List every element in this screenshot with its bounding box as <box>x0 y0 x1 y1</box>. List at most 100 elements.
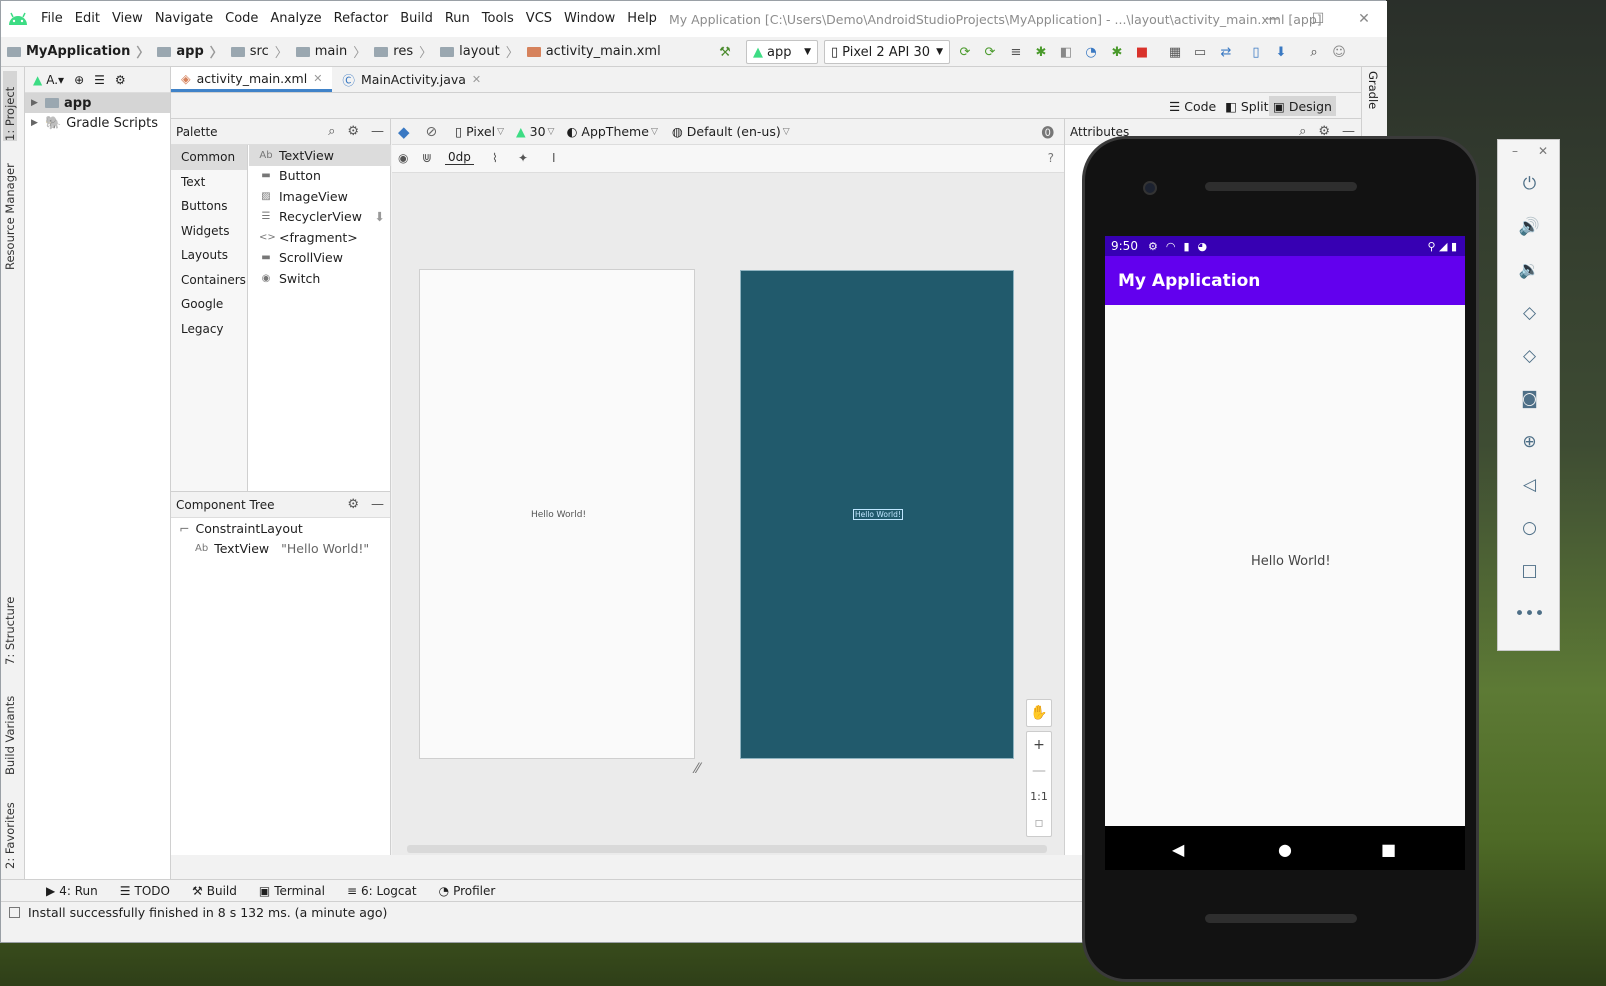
project-view-select[interactable]: A.▾ <box>46 73 64 87</box>
blueprint-hello-text[interactable]: Hello World! <box>853 509 903 520</box>
category-containers[interactable]: Containers <box>171 268 247 293</box>
category-widgets[interactable]: Widgets <box>171 219 247 244</box>
category-buttons[interactable]: Buttons <box>171 194 247 219</box>
tree-node-constraintlayout[interactable]: ⌐ ConstraintLayout <box>171 518 390 538</box>
widget-recyclerview[interactable]: ☰ RecyclerView ⬇ <box>249 207 391 228</box>
search-icon[interactable]: ⌕ <box>328 124 335 139</box>
gear-icon[interactable]: ⚙ <box>347 497 359 512</box>
minimize-panel-icon[interactable]: — <box>371 497 384 512</box>
breadcrumb-project[interactable]: MyApplication 〉 <box>1 42 151 61</box>
tree-item-app[interactable]: ▶ app <box>25 93 170 113</box>
help-icon[interactable]: ? <box>1048 151 1054 165</box>
theme-select[interactable]: AppTheme <box>581 124 649 139</box>
locate-icon[interactable]: ⊕ <box>74 73 84 87</box>
design-view-button[interactable]: ▣ Design <box>1269 96 1336 116</box>
emulator-screen[interactable]: 9:50 ⚙ ◠ ▮ ◕ ⚲ ◢ ▮ My Application Hello … <box>1105 236 1465 826</box>
tab-build-variants[interactable]: Build Variants <box>3 685 17 775</box>
device-select[interactable]: ▯ Pixel 2 API 30 ▼ <box>824 40 950 64</box>
account-icon[interactable]: ☺ <box>1331 44 1347 60</box>
tab-project[interactable]: 1: Project <box>3 71 17 141</box>
breadcrumb-main[interactable]: main 〉 <box>290 42 369 61</box>
default-margin-select[interactable]: 0dp <box>445 150 474 165</box>
widget-fragment[interactable]: <> <fragment> <box>249 227 391 248</box>
attach-debugger-icon[interactable]: ✱ <box>1109 44 1125 60</box>
overview-icon[interactable]: □ <box>1498 556 1561 586</box>
coverage-icon[interactable]: ◧ <box>1058 44 1074 60</box>
volume-up-icon[interactable]: 🔊 <box>1498 212 1561 242</box>
download-icon[interactable]: ⬇ <box>375 209 385 224</box>
widget-imageview[interactable]: ▨ ImageView <box>249 186 391 207</box>
warning-icon[interactable]: ⓿ <box>1041 122 1054 141</box>
design-preview-screen[interactable]: Hello World! <box>419 269 695 759</box>
breadcrumb-src[interactable]: src 〉 <box>225 42 290 61</box>
zoom-reset-button[interactable]: 1:1 <box>1027 784 1051 810</box>
category-common[interactable]: Common <box>171 145 247 170</box>
apply-code-changes-icon[interactable]: ⟳ <box>982 44 998 60</box>
menu-analyze[interactable]: Analyze <box>264 1 327 37</box>
widget-textview[interactable]: Ab TextView <box>249 145 391 166</box>
magnet-icon[interactable]: ⋓ <box>422 151 432 165</box>
tab-activity-main-xml[interactable]: ◈ activity_main.xml ✕ <box>171 67 333 92</box>
maximize-icon[interactable]: ☐ <box>1295 1 1341 37</box>
sync-gradle-icon[interactable]: ⇄ <box>1218 44 1234 60</box>
category-layouts[interactable]: Layouts <box>171 243 247 268</box>
menu-navigate[interactable]: Navigate <box>149 1 219 37</box>
menu-edit[interactable]: Edit <box>69 1 106 37</box>
menu-run[interactable]: Run <box>439 1 476 37</box>
close-icon[interactable]: ✕ <box>1341 1 1387 37</box>
collapse-all-icon[interactable]: ☰ <box>94 73 105 87</box>
menu-file[interactable]: File <box>35 1 69 37</box>
breadcrumb-file[interactable]: activity_main.xml <box>521 44 663 59</box>
screenshot-icon[interactable]: ◙ <box>1498 384 1561 414</box>
back-icon[interactable]: ◀ <box>1172 840 1184 859</box>
design-canvas[interactable]: Hello World! Hello World! ⁄⁄ ✋ + — 1:1 ▫ <box>392 173 1064 855</box>
locale-select[interactable]: Default (en-us) <box>687 124 781 139</box>
breadcrumb-app[interactable]: app 〉 <box>151 42 224 61</box>
zoom-fit-icon[interactable]: ▫ <box>1027 810 1051 836</box>
avd-manager-icon[interactable]: ▭ <box>1192 44 1208 60</box>
minimize-panel-icon[interactable]: — <box>371 124 384 139</box>
horizontal-scrollbar[interactable] <box>407 845 1047 853</box>
rotate-left-icon[interactable]: ◇ <box>1498 298 1561 328</box>
tool-profiler[interactable]: ◔ Profiler <box>428 884 507 898</box>
gear-icon[interactable]: ⚙ <box>347 124 359 139</box>
rotate-right-icon[interactable]: ◇ <box>1498 341 1561 371</box>
widget-switch[interactable]: ◉ Switch <box>249 268 391 289</box>
api-level-select[interactable]: 30 <box>530 124 546 139</box>
tab-favorites[interactable]: 2: Favorites <box>3 789 17 869</box>
recents-icon[interactable]: ■ <box>1381 840 1396 859</box>
back-icon[interactable]: ◁ <box>1498 470 1561 500</box>
clear-constraints-icon[interactable]: ⌇ <box>492 151 498 165</box>
minimize-icon[interactable]: – <box>1512 144 1518 158</box>
menu-refactor[interactable]: Refactor <box>328 1 395 37</box>
tool-terminal[interactable]: ▣ Terminal <box>248 884 336 898</box>
device-manager-icon[interactable]: ▯ <box>1248 44 1264 60</box>
device-select[interactable]: Pixel <box>466 124 495 139</box>
profile-icon[interactable]: ◔ <box>1083 44 1099 60</box>
breadcrumb-layout[interactable]: layout 〉 <box>434 42 521 61</box>
make-project-icon[interactable]: ⚒ <box>717 44 733 60</box>
tree-item-gradle-scripts[interactable]: ▶ 🐘 Gradle Scripts <box>25 113 170 133</box>
category-legacy[interactable]: Legacy <box>171 317 247 342</box>
minimize-icon[interactable]: — <box>1249 1 1295 37</box>
blueprint-screen[interactable]: Hello World! <box>740 270 1014 759</box>
tool-run[interactable]: ▶ 4: Run <box>35 884 109 898</box>
tree-node-textview[interactable]: Ab TextView "Hello World!" <box>171 538 390 558</box>
close-icon[interactable]: ✕ <box>1538 144 1548 158</box>
menu-help[interactable]: Help <box>621 1 663 37</box>
hand-icon[interactable]: ✋ <box>1027 700 1051 726</box>
breadcrumb-res[interactable]: res 〉 <box>368 42 434 61</box>
volume-down-icon[interactable]: 🔉 <box>1498 255 1561 285</box>
tab-gradle[interactable]: Gradle <box>1366 71 1380 109</box>
code-view-button[interactable]: ☰ Code <box>1165 96 1220 116</box>
home-icon[interactable]: ○ <box>1498 513 1561 543</box>
split-view-button[interactable]: ◧ Split <box>1221 96 1273 116</box>
infer-constraints-icon[interactable]: ✦ <box>518 151 528 165</box>
tool-todo[interactable]: ☰ TODO <box>109 884 181 898</box>
tab-structure[interactable]: 7: Structure <box>3 585 17 665</box>
menu-build[interactable]: Build <box>394 1 439 37</box>
category-google[interactable]: Google <box>171 292 247 317</box>
layers-icon[interactable]: ◆ <box>398 123 410 141</box>
close-tab-icon[interactable]: ✕ <box>313 72 322 85</box>
more-options-icon[interactable]: ••• <box>1498 599 1561 629</box>
